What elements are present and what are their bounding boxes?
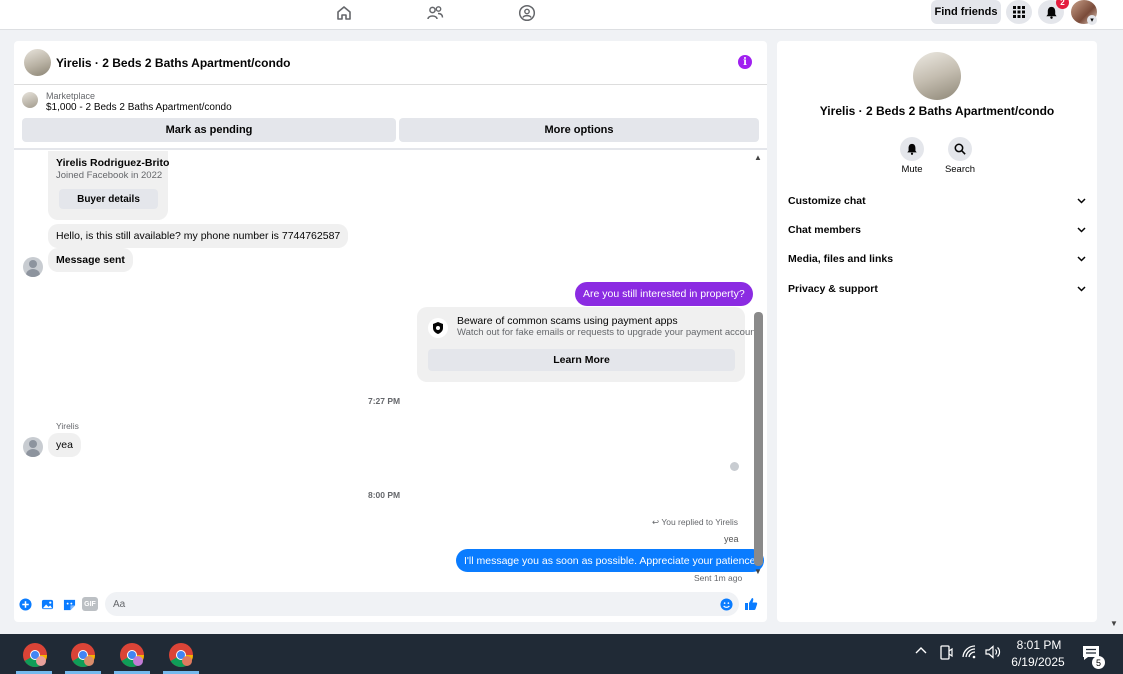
listing-avatar[interactable] bbox=[913, 52, 961, 100]
chrome-icon[interactable] bbox=[70, 642, 96, 668]
groups-icon[interactable] bbox=[515, 3, 539, 23]
friends-icon[interactable] bbox=[423, 3, 447, 23]
marketplace-label: Marketplace bbox=[46, 91, 96, 101]
thumbs-up-icon[interactable] bbox=[744, 597, 758, 611]
chevron-down-icon bbox=[1077, 253, 1086, 265]
replied-to-label: ↩ You replied to Yirelis bbox=[652, 517, 738, 528]
page-scroll-down-arrow-icon[interactable]: ▼ bbox=[1110, 619, 1118, 628]
chat-header: Yirelis · 2 Beds 2 Baths Apartment/condo… bbox=[14, 41, 767, 85]
sender-name-label: Yirelis bbox=[56, 421, 79, 431]
shield-icon bbox=[428, 318, 448, 338]
search-label: Search bbox=[944, 164, 976, 175]
buyer-joined-text: Joined Facebook in 2022 bbox=[56, 170, 163, 181]
mark-as-pending-button[interactable]: Mark as pending bbox=[22, 118, 396, 142]
taskbar-clock-time[interactable]: 8:01 PM bbox=[1012, 638, 1066, 652]
incoming-message: yea bbox=[48, 433, 81, 457]
outgoing-message: Are you still interested in property? bbox=[575, 282, 753, 306]
meet-now-icon[interactable] bbox=[939, 645, 953, 664]
mute-label: Mute bbox=[901, 164, 923, 175]
listing-thumbnail[interactable] bbox=[24, 49, 51, 76]
taskbar-clock-date[interactable]: 6/19/2025 bbox=[1008, 655, 1068, 669]
scam-warning-title: Beware of common scams using payment app… bbox=[457, 315, 678, 327]
seen-indicator-avatar bbox=[730, 462, 739, 471]
row-label: Media, files and links bbox=[788, 253, 894, 265]
sent-status: Sent 1m ago bbox=[694, 573, 743, 583]
emoji-icon[interactable] bbox=[719, 597, 733, 611]
sender-avatar[interactable] bbox=[23, 257, 43, 277]
gif-icon[interactable]: GIF bbox=[82, 597, 98, 611]
chevron-down-icon bbox=[1077, 283, 1086, 295]
action-center-badge: 5 bbox=[1092, 656, 1105, 669]
volume-icon[interactable] bbox=[985, 645, 1002, 662]
scroll-up-arrow-icon[interactable]: ▲ bbox=[754, 153, 762, 162]
messages-scrollbar[interactable] bbox=[754, 312, 763, 566]
show-hidden-icons-chevron-icon[interactable] bbox=[914, 644, 928, 661]
home-icon[interactable] bbox=[332, 3, 356, 23]
sender-avatar[interactable] bbox=[23, 437, 43, 457]
customize-chat-row[interactable]: Customize chat bbox=[788, 191, 1086, 211]
privacy-support-row[interactable]: Privacy & support bbox=[788, 279, 1086, 299]
add-plus-icon[interactable] bbox=[18, 597, 32, 611]
account-chevron-icon[interactable]: ▾ bbox=[1087, 15, 1097, 25]
marketplace-listing-thumbnail[interactable] bbox=[22, 92, 38, 108]
sticker-icon[interactable] bbox=[62, 597, 76, 611]
wifi-icon[interactable] bbox=[962, 645, 978, 662]
top-navigation-bar: Find friends 2 ▾ bbox=[0, 0, 1123, 30]
replied-to-text: You replied to Yirelis bbox=[661, 517, 739, 527]
reply-arrow-icon: ↩ bbox=[652, 517, 660, 527]
row-label: Chat members bbox=[788, 224, 861, 236]
buyer-details-button[interactable]: Buyer details bbox=[59, 189, 158, 209]
listing-price-title[interactable]: $1,000 - 2 Beds 2 Baths Apartment/condo bbox=[46, 102, 232, 113]
learn-more-button[interactable]: Learn More bbox=[428, 349, 735, 371]
buyer-info-card: Yirelis Rodriguez-Brito Joined Facebook … bbox=[48, 151, 170, 220]
chrome-icon[interactable] bbox=[22, 642, 48, 668]
timestamp: 8:00 PM bbox=[368, 490, 401, 500]
divider bbox=[14, 148, 767, 150]
chat-title[interactable]: Yirelis · 2 Beds 2 Baths Apartment/condo bbox=[56, 56, 291, 70]
menu-grid-icon[interactable] bbox=[1006, 0, 1032, 24]
find-friends-button[interactable]: Find friends bbox=[931, 0, 1001, 24]
bell-icon[interactable] bbox=[900, 137, 924, 161]
photo-icon[interactable] bbox=[40, 597, 54, 611]
scroll-down-arrow-icon[interactable]: ▼ bbox=[754, 567, 762, 576]
more-options-button[interactable]: More options bbox=[399, 118, 759, 142]
chat-members-row[interactable]: Chat members bbox=[788, 220, 1086, 240]
media-files-links-row[interactable]: Media, files and links bbox=[788, 249, 1086, 269]
conversation-info-panel: Yirelis · 2 Beds 2 Baths Apartment/condo… bbox=[777, 41, 1097, 622]
row-label: Privacy & support bbox=[788, 283, 878, 295]
chevron-down-icon bbox=[1077, 224, 1086, 236]
message-input[interactable] bbox=[105, 592, 739, 616]
chrome-icon[interactable] bbox=[168, 642, 194, 668]
windows-taskbar: 8:01 PM 6/19/2025 5 bbox=[0, 634, 1123, 674]
search-icon[interactable] bbox=[948, 137, 972, 161]
mute-action[interactable]: Mute bbox=[892, 137, 932, 175]
outgoing-message: I'll message you as soon as possible. Ap… bbox=[456, 549, 764, 572]
notification-badge: 2 bbox=[1056, 0, 1069, 9]
scam-warning-description: Watch out for fake emails or requests to… bbox=[457, 327, 761, 338]
incoming-message: Message sent bbox=[48, 248, 133, 272]
search-action[interactable]: Search bbox=[940, 137, 980, 175]
scam-warning-card: Beware of common scams using payment app… bbox=[417, 307, 761, 382]
info-icon[interactable]: i bbox=[738, 55, 752, 69]
chevron-down-icon bbox=[1077, 195, 1086, 207]
chat-window: Yirelis · 2 Beds 2 Baths Apartment/condo… bbox=[14, 41, 767, 622]
incoming-message: Hello, is this still available? my phone… bbox=[48, 224, 349, 248]
buyer-name: Yirelis Rodriguez-Brito bbox=[56, 157, 170, 169]
row-label: Customize chat bbox=[788, 195, 866, 207]
quoted-message[interactable]: yea bbox=[724, 534, 739, 544]
chrome-icon[interactable] bbox=[119, 642, 145, 668]
timestamp: 7:27 PM bbox=[368, 396, 401, 406]
info-panel-title: Yirelis · 2 Beds 2 Baths Apartment/condo bbox=[819, 104, 1055, 118]
